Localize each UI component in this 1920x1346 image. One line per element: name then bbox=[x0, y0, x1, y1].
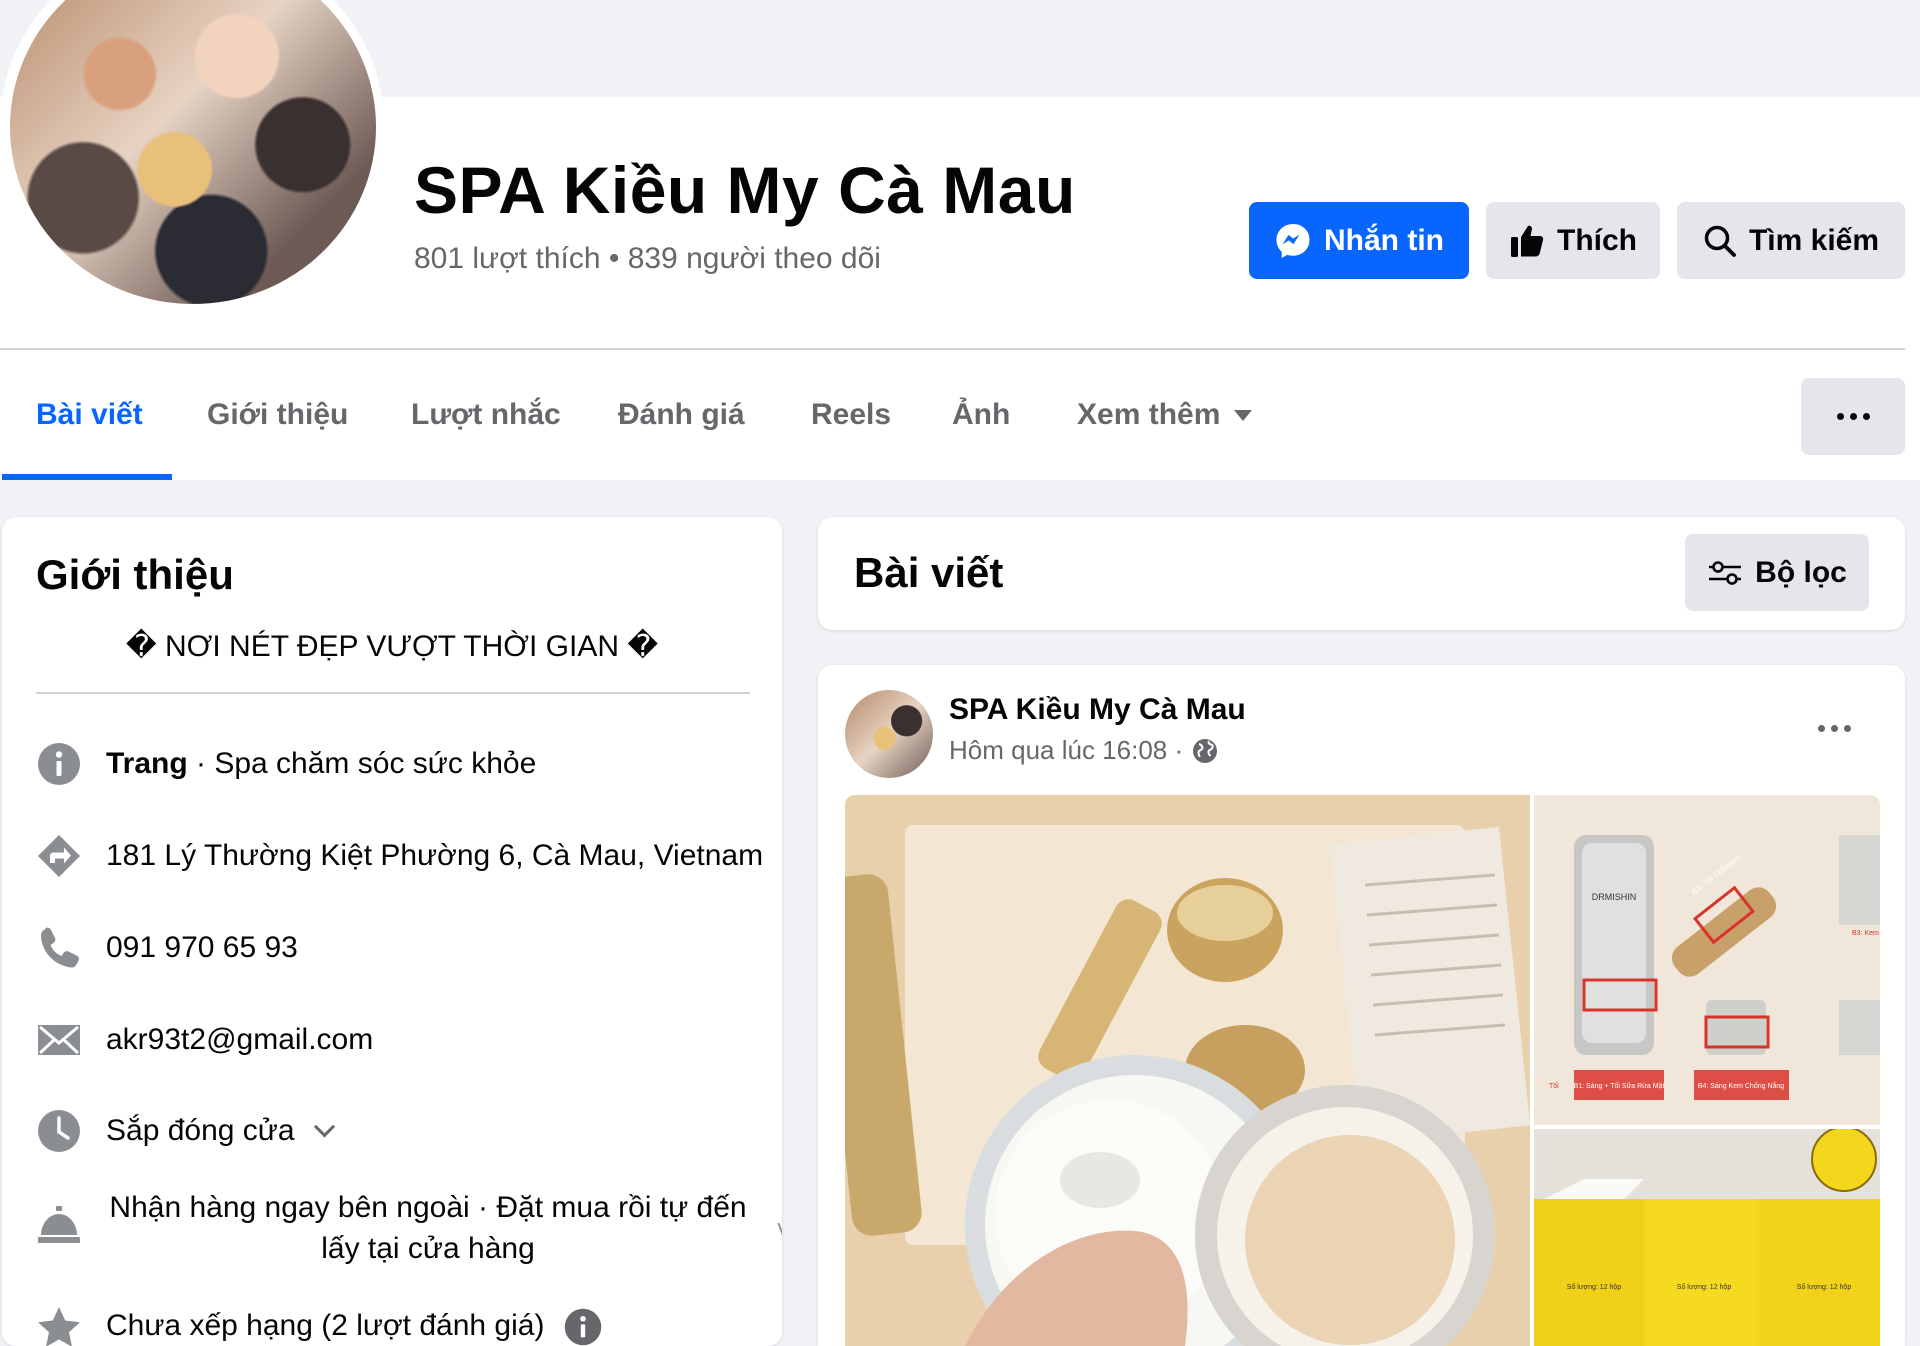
like-button[interactable]: Thích bbox=[1486, 202, 1660, 279]
intro-title: Giới thiệu bbox=[36, 551, 234, 598]
address-text[interactable]: 181 Lý Thường Kiệt Phường 6, Cà Mau, Vie… bbox=[106, 839, 763, 873]
dot bbox=[1818, 725, 1825, 732]
cream-jars-illustration bbox=[845, 795, 1530, 1346]
box-label-2: Số lượng: 12 hộp bbox=[1677, 1282, 1732, 1291]
post-photo-grid: DRMISHIN B3: Tối Collagen B3: Kem B1: Sá… bbox=[845, 795, 1880, 1346]
tab-mentions[interactable]: Lượt nhắc bbox=[411, 350, 561, 480]
yellow-boxes-illustration: Số lượng: 12 hộp Số lượng: 12 hộp Số lượ… bbox=[1534, 1129, 1880, 1346]
intro-bio: � NƠI NÉT ĐẸP VƯỢT THỜI GIAN � bbox=[125, 630, 659, 663]
box-label-1: Số lượng: 12 hộp bbox=[1567, 1282, 1622, 1291]
label-b1: B1: Sáng + Tối Sữa Rửa Mặt bbox=[1574, 1081, 1665, 1090]
page-stats[interactable]: 801 lượt thích • 839 người theo dõi bbox=[414, 242, 881, 276]
tab-see-more[interactable]: Xem thêm bbox=[1077, 350, 1253, 480]
info-icon[interactable] bbox=[563, 1307, 603, 1346]
dot bbox=[1831, 725, 1838, 732]
post-card: SPA Kiều My Cà Mau Hôm qua lúc 16:08 · D… bbox=[818, 665, 1905, 1346]
post-photo-1[interactable] bbox=[845, 795, 1530, 1346]
pickup-text: Nhận hàng ngay bên ngoài · Đặt mua rồi t… bbox=[109, 1191, 747, 1265]
box-label-3: Số lượng: 12 hộp bbox=[1797, 1282, 1852, 1291]
globe-icon bbox=[1193, 738, 1218, 763]
filter-button[interactable]: Bộ lọc bbox=[1685, 534, 1869, 611]
clock-icon bbox=[38, 1110, 80, 1152]
dot bbox=[1844, 725, 1851, 732]
active-tab-indicator bbox=[2, 474, 172, 480]
dot bbox=[1849, 413, 1857, 420]
chevron-down-icon bbox=[313, 1116, 335, 1138]
post-options-button[interactable] bbox=[1818, 725, 1851, 732]
like-button-label: Thích bbox=[1557, 223, 1637, 257]
product-kit-illustration: DRMISHIN B3: Tối Collagen B3: Kem B1: Sá… bbox=[1534, 795, 1880, 1125]
tab-posts[interactable]: Bài viết bbox=[36, 350, 143, 480]
info-icon bbox=[38, 743, 80, 785]
hours-row[interactable]: Sắp đóng cửa bbox=[106, 1114, 335, 1148]
service-bell-icon bbox=[38, 1206, 80, 1243]
hours-text: Sắp đóng cửa bbox=[106, 1114, 295, 1147]
tab-reels[interactable]: Reels bbox=[811, 350, 891, 480]
label-b3-kem: B3: Kem bbox=[1852, 930, 1879, 937]
scroll-indicator[interactable] bbox=[771, 1223, 782, 1237]
tab-about[interactable]: Giới thiệu bbox=[207, 350, 348, 480]
category-label: Trang bbox=[106, 747, 188, 780]
tab-bar: Bài viết Giới thiệu Lượt nhắc Đánh giá R… bbox=[0, 350, 1920, 480]
email-text[interactable]: akr93t2@gmail.com bbox=[106, 1023, 373, 1057]
more-options-button[interactable] bbox=[1801, 378, 1905, 455]
filter-sliders-icon bbox=[1709, 560, 1742, 585]
dot bbox=[1836, 413, 1844, 420]
filter-button-label: Bộ lọc bbox=[1755, 555, 1847, 589]
messenger-icon bbox=[1276, 223, 1310, 258]
phone-icon bbox=[41, 927, 79, 968]
tab-see-more-label: Xem thêm bbox=[1077, 398, 1221, 431]
category-row: Trang · Spa chăm sóc sức khỏe bbox=[106, 747, 536, 781]
label-toi: Tối bbox=[1549, 1081, 1559, 1090]
phone-text[interactable]: 091 970 65 93 bbox=[106, 931, 298, 965]
posts-title: Bài viết bbox=[854, 549, 1004, 596]
post-meta: Hôm qua lúc 16:08 · bbox=[949, 735, 1219, 766]
search-button-label: Tìm kiếm bbox=[1748, 223, 1880, 257]
message-button[interactable]: Nhắn tin bbox=[1249, 202, 1469, 279]
directions-icon bbox=[38, 835, 80, 877]
tab-reviews[interactable]: Đánh giá bbox=[618, 350, 745, 480]
search-button[interactable]: Tìm kiếm bbox=[1677, 202, 1905, 279]
category-value: · Spa chăm sóc sức khỏe bbox=[187, 747, 537, 780]
rating-row: Chưa xếp hạng (2 lượt đánh giá) bbox=[106, 1307, 603, 1346]
dot bbox=[1862, 413, 1870, 420]
thumbs-up-icon bbox=[1511, 225, 1544, 257]
label-b4: B4: Sáng Kem Chống Nắng bbox=[1698, 1081, 1784, 1090]
intro-card: Giới thiệu � NƠI NÉT ĐẸP VƯỢT THỜI GIAN … bbox=[2, 517, 782, 1346]
post-photo-3[interactable]: Số lượng: 12 hộp Số lượng: 12 hộp Số lượ… bbox=[1534, 1129, 1880, 1346]
message-button-label: Nhắn tin bbox=[1324, 223, 1444, 257]
page-title: SPA Kiều My Cà Mau bbox=[414, 153, 1076, 227]
post-author-avatar[interactable] bbox=[845, 690, 933, 778]
post-timestamp[interactable]: Hôm qua lúc 16:08 · bbox=[949, 735, 1183, 766]
star-icon bbox=[38, 1307, 80, 1346]
caret-down-icon bbox=[1234, 409, 1253, 421]
rating-text: Chưa xếp hạng (2 lượt đánh giá) bbox=[106, 1308, 545, 1342]
post-author-name[interactable]: SPA Kiều My Cà Mau bbox=[949, 693, 1246, 727]
brand-text: DRMISHIN bbox=[1592, 892, 1637, 902]
post-photo-2[interactable]: DRMISHIN B3: Tối Collagen B3: Kem B1: Sá… bbox=[1534, 795, 1880, 1125]
search-icon bbox=[1704, 225, 1736, 257]
posts-header-card: Bài viết Bộ lọc bbox=[818, 517, 1905, 630]
intro-divider bbox=[36, 692, 750, 694]
email-icon bbox=[38, 1025, 80, 1055]
tab-photos[interactable]: Ảnh bbox=[952, 350, 1010, 480]
